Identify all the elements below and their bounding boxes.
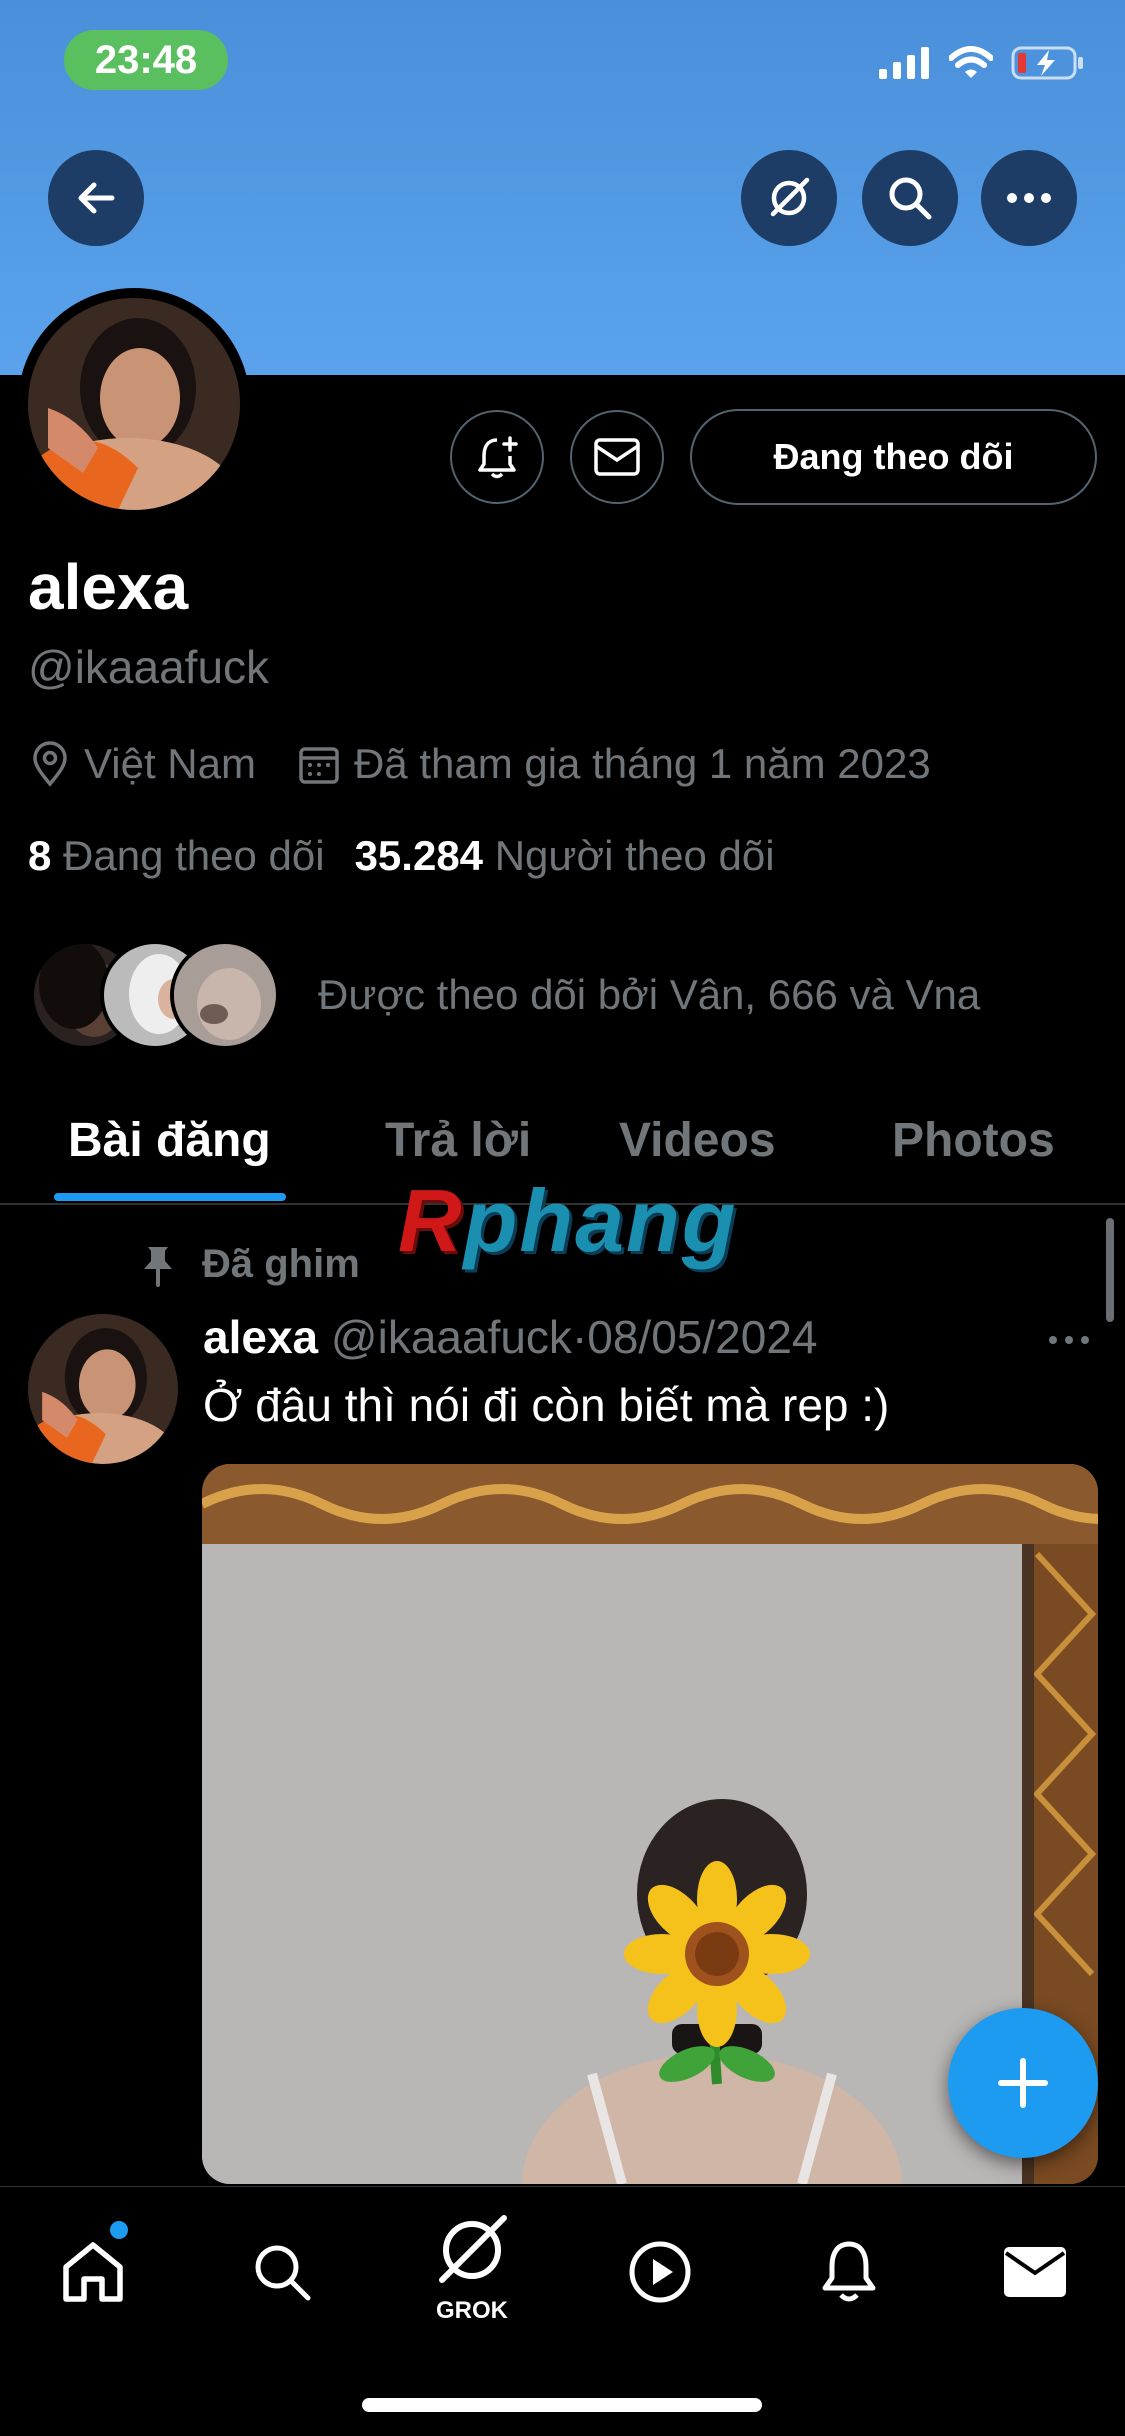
following-label: Đang theo dõi [63, 832, 325, 879]
notify-button[interactable] [450, 410, 544, 504]
nav-video[interactable] [615, 2227, 705, 2317]
message-button[interactable] [570, 410, 664, 504]
plus-icon [998, 2058, 1048, 2108]
pinned-label: Đã ghim [202, 1242, 360, 1286]
followers-stat[interactable]: 35.284 Người theo dõi [355, 832, 775, 880]
back-button[interactable] [48, 150, 144, 246]
post-more-button[interactable] [1048, 1310, 1090, 1355]
status-icons [879, 46, 1085, 80]
post-author-handle[interactable]: @ikaaafuck [331, 1311, 572, 1363]
nav-grok[interactable] [427, 2205, 517, 2295]
follower-avatar [170, 940, 280, 1050]
avatar-image [28, 298, 240, 510]
watermark-initial: R [398, 1171, 464, 1270]
grok-label: GROK [436, 2297, 508, 2324]
home-notification-dot [110, 2221, 128, 2239]
watermark: Rphang [398, 1170, 738, 1272]
location: Việt Nam [30, 740, 256, 788]
bell-plus-icon [478, 436, 518, 479]
post-separator: · [571, 1311, 588, 1363]
mail-icon [1004, 2247, 1066, 2297]
post-author-name[interactable]: alexa [203, 1311, 318, 1363]
display-name: alexa [28, 551, 189, 623]
tab-photos[interactable]: Photos [892, 1113, 1055, 1168]
ellipsis-icon [1049, 1336, 1089, 1344]
profile-avatar[interactable] [18, 288, 250, 520]
pinned-indicator: Đã ghim [140, 1242, 360, 1287]
calendar-icon [299, 747, 339, 784]
wifi-icon [949, 46, 993, 78]
follow-stats: 8 Đang theo dõi 35.284 Người theo dõi [28, 832, 775, 880]
signal-icon [879, 47, 929, 79]
compose-button[interactable] [948, 2008, 1098, 2158]
tab-videos[interactable]: Videos [619, 1113, 776, 1168]
play-icon [629, 2241, 691, 2303]
nav-messages[interactable] [990, 2227, 1080, 2317]
grok-icon [770, 177, 810, 217]
join-date-text: Đã tham gia tháng 1 năm 2023 [353, 740, 931, 787]
battery-charging-icon [1011, 46, 1083, 80]
following-stat[interactable]: 8 Đang theo dõi [28, 832, 325, 880]
post-avatar[interactable] [28, 1314, 178, 1464]
grok-button[interactable] [741, 150, 837, 246]
search-button[interactable] [862, 150, 958, 246]
scrollbar[interactable] [1106, 1218, 1114, 1322]
home-indicator [362, 2398, 762, 2412]
nav-search[interactable] [237, 2227, 327, 2317]
nav-home[interactable] [48, 2227, 138, 2317]
grok-icon [439, 2215, 507, 2283]
nav-notifications[interactable] [804, 2227, 894, 2317]
home-icon [63, 2242, 123, 2302]
following-button[interactable]: Đang theo dõi [690, 409, 1097, 505]
profile-handle: @ikaaafuck [28, 641, 270, 693]
followers-label: Người theo dõi [494, 832, 775, 879]
active-tab-indicator [54, 1193, 286, 1201]
location-text: Việt Nam [84, 740, 256, 787]
arrow-left-icon [78, 182, 115, 214]
avatar-image [28, 1314, 178, 1464]
location-pin-icon [33, 741, 67, 787]
post-date[interactable]: 08/05/2024 [587, 1311, 817, 1363]
followers-count: 35.284 [354, 832, 484, 879]
followed-by-text: Được theo dõi bởi Vân, 666 và Vna [318, 971, 981, 1018]
followed-by[interactable]: Được theo dõi bởi Vân, 666 và Vna [30, 940, 980, 1050]
tab-replies[interactable]: Trả lời [385, 1113, 531, 1168]
join-date: Đã tham gia tháng 1 năm 2023 [298, 740, 931, 788]
post-header: alexa @ikaaafuck·08/05/2024 [203, 1310, 818, 1364]
search-icon [255, 2245, 311, 2301]
tab-posts[interactable]: Bài đăng [68, 1113, 271, 1168]
post-text: Ở đâu thì nói đi còn biết mà rep :) [203, 1379, 890, 1431]
pin-icon [144, 1246, 172, 1287]
ellipsis-icon [1007, 193, 1051, 203]
mail-icon [594, 438, 640, 476]
bell-icon [822, 2241, 876, 2302]
status-time: 23:48 [64, 30, 228, 90]
more-button[interactable] [981, 150, 1077, 246]
search-icon [889, 177, 932, 220]
profile-meta: Việt Nam Đã tham gia tháng 1 năm 2023 [30, 740, 973, 788]
watermark-text: phang [463, 1171, 738, 1270]
following-count: 8 [28, 832, 52, 879]
